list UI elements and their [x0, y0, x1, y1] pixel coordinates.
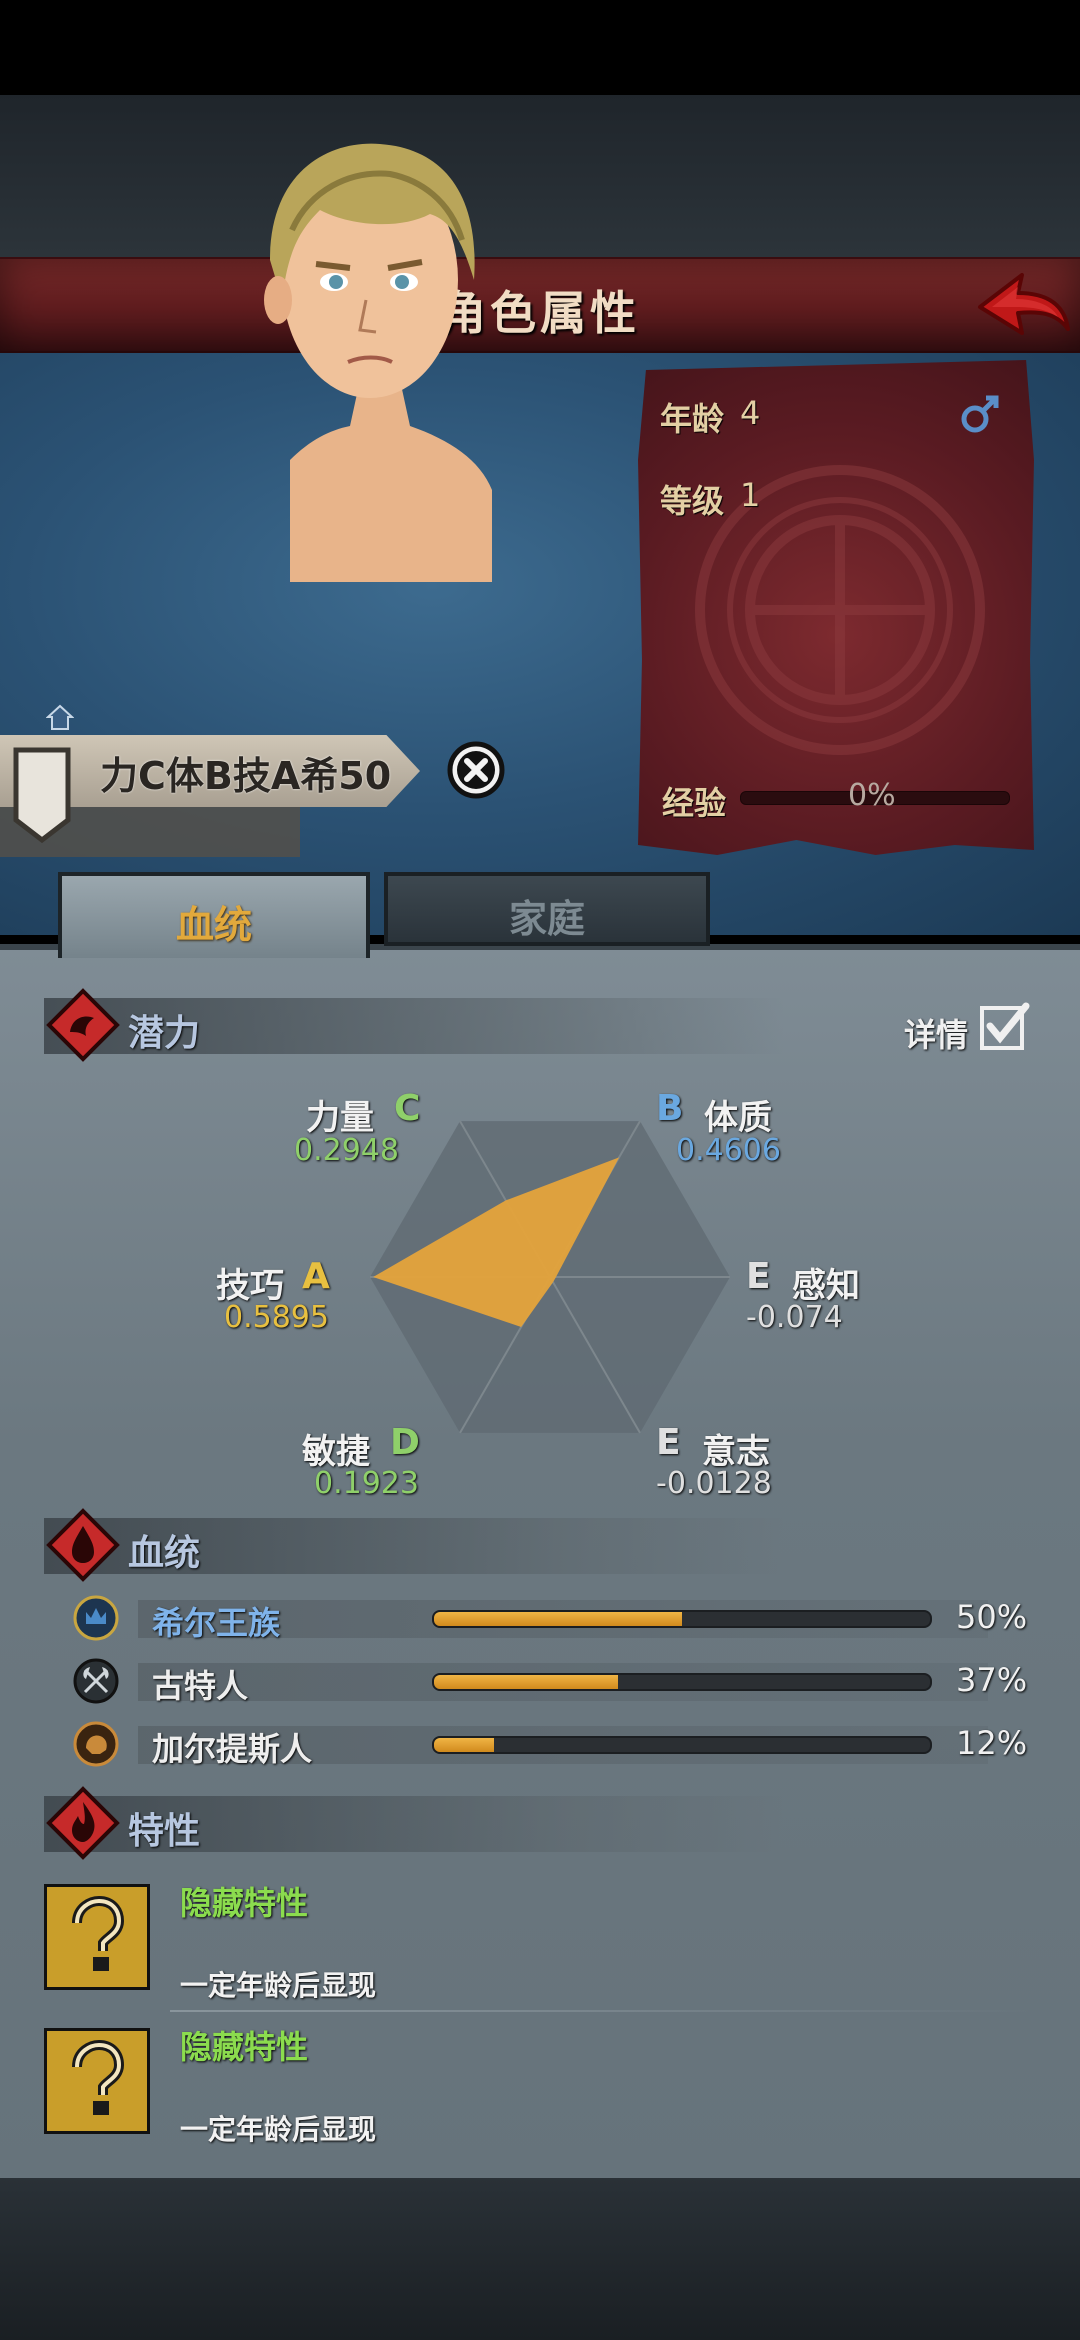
- trait-description: 一定年龄后显现: [180, 2113, 377, 2146]
- bottom-backdrop: [0, 2178, 1080, 2340]
- bloodline-name: 希尔王族: [152, 1604, 281, 1642]
- hidden-trait-question-icon[interactable]: [44, 2028, 150, 2134]
- stat-skill-grade: A: [302, 1256, 330, 1297]
- exp-percent: 0%: [848, 778, 896, 813]
- bloodline-progress-fill: [434, 1612, 682, 1626]
- bloodline-progress-bar: [432, 1673, 932, 1691]
- bloodline-progress-bar: [432, 1736, 932, 1754]
- stat-willpower-grade: E: [656, 1422, 681, 1463]
- bloodline-name: 古特人: [152, 1667, 249, 1705]
- traits-section-title: 特性: [128, 1811, 201, 1852]
- level-value: 1: [740, 476, 761, 514]
- bloodline-percent: 12%: [956, 1724, 1028, 1762]
- level-label: 等级: [660, 482, 725, 520]
- stat-agility-grade: D: [390, 1422, 420, 1463]
- age-value: 4: [740, 394, 761, 432]
- trait-name: 隐藏特性: [180, 1884, 309, 1922]
- flame-diamond-icon: [46, 1786, 120, 1860]
- stat-perception-grade: E: [746, 1256, 771, 1297]
- stat-strength-grade: C: [394, 1088, 421, 1129]
- exp-label: 经验: [662, 784, 727, 822]
- detail-label: 详情: [904, 1016, 969, 1054]
- stat-skill-value: 0.5895: [224, 1300, 329, 1335]
- page-title: 角色属性: [440, 286, 640, 340]
- potential-diamond-icon: [46, 988, 120, 1062]
- bloodline-progress-bar: [432, 1610, 932, 1628]
- tab-bloodline[interactable]: 血统: [58, 872, 370, 958]
- bloodline-progress-fill: [434, 1738, 494, 1752]
- stat-strength-name: 力量: [306, 1098, 374, 1138]
- bloodline-percent: 37%: [956, 1661, 1028, 1699]
- stat-perception-value: -0.074: [746, 1300, 843, 1335]
- stat-constitution-value: 0.4606: [676, 1133, 781, 1168]
- character-name[interactable]: 力C体B技A希50: [100, 745, 391, 800]
- tab-bloodline-label: 血统: [175, 903, 252, 947]
- celtic-knot-emblem: [695, 465, 985, 755]
- boar-crest-icon: [73, 1721, 119, 1767]
- detail-checkbox[interactable]: [978, 1000, 1030, 1052]
- potential-section-title: 潜力: [128, 1013, 201, 1054]
- blood-drop-diamond-icon: [46, 1508, 120, 1582]
- tab-family[interactable]: 家庭: [384, 872, 710, 946]
- bloodline-percent: 50%: [956, 1598, 1028, 1636]
- bloodline-row: 加尔提斯人 12%: [44, 1720, 1036, 1770]
- age-label: 年龄: [660, 400, 725, 438]
- stat-agility-value: 0.1923: [314, 1466, 419, 1501]
- bloodline-row: 希尔王族 50%: [44, 1594, 1036, 1644]
- crossed-axes-icon: [73, 1658, 119, 1704]
- home-icon: [46, 704, 74, 730]
- tab-family-label: 家庭: [508, 897, 585, 941]
- bloodline-section-title: 血统: [128, 1533, 201, 1574]
- back-arrow-icon[interactable]: [972, 267, 1072, 343]
- character-portrait: [264, 143, 492, 582]
- close-circle-icon[interactable]: [446, 740, 506, 800]
- stat-constitution-name: 体质: [704, 1098, 772, 1138]
- hidden-trait-question-icon[interactable]: [44, 1884, 150, 1990]
- bloodline-name: 加尔提斯人: [152, 1730, 313, 1768]
- trait-name: 隐藏特性: [180, 2028, 309, 2066]
- shield-badge-icon: [13, 747, 71, 844]
- stat-strength-value: 0.2948: [294, 1133, 399, 1168]
- question-mark-icon: [72, 2039, 125, 2115]
- royal-crest-icon: [73, 1595, 119, 1641]
- male-gender-icon: [961, 395, 999, 433]
- question-mark-icon: [72, 1895, 125, 1971]
- trait-divider: [170, 2010, 1036, 2012]
- stat-constitution-grade: B: [656, 1088, 684, 1129]
- bloodline-row: 古特人 37%: [44, 1657, 1036, 1707]
- trait-description: 一定年龄后显现: [180, 1969, 377, 2002]
- stat-willpower-value: -0.0128: [656, 1466, 772, 1501]
- title-bar: 角色属性: [0, 257, 1080, 355]
- top-backdrop: [0, 95, 1080, 257]
- bloodline-progress-fill: [434, 1675, 618, 1689]
